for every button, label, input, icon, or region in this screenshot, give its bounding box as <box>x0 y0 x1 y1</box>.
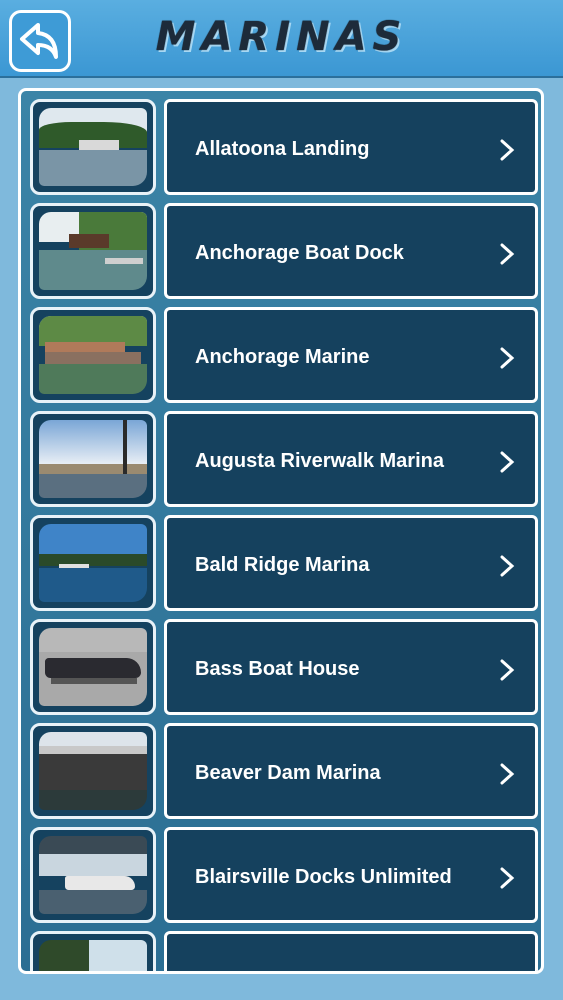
thumbnail-frame <box>30 827 156 923</box>
thumbnail-frame <box>30 99 156 195</box>
chevron-right-icon <box>500 451 515 473</box>
list-item: Bass Boat House <box>30 619 538 715</box>
thumbnail-frame <box>30 307 156 403</box>
thumbnail-frame <box>30 723 156 819</box>
marina-name: Anchorage Boat Dock <box>195 242 404 264</box>
marina-button[interactable]: Bald Ridge Marina <box>164 515 538 611</box>
marina-photo <box>39 940 147 971</box>
list-item <box>30 931 538 974</box>
top-bar: MARINAS <box>0 0 563 78</box>
list-item: Beaver Dam Marina <box>30 723 538 819</box>
marina-name: Bass Boat House <box>195 658 360 680</box>
marina-name: Allatoona Landing <box>195 138 370 160</box>
chevron-right-icon <box>500 243 515 265</box>
chevron-right-icon <box>500 867 515 889</box>
marina-photo <box>39 732 147 810</box>
list-item: Blairsville Docks Unlimited <box>30 827 538 923</box>
marina-name: Beaver Dam Marina <box>195 762 381 784</box>
marina-photo <box>39 836 147 914</box>
marina-name: Augusta Riverwalk Marina <box>195 450 444 472</box>
marina-name: Blairsville Docks Unlimited <box>195 866 452 888</box>
marina-photo <box>39 628 147 706</box>
thumbnail-frame <box>30 619 156 715</box>
thumbnail-frame <box>30 203 156 299</box>
list-item: Anchorage Boat Dock <box>30 203 538 299</box>
list-item: Allatoona Landing <box>30 99 538 195</box>
marina-list[interactable]: Allatoona Landing Anchorage Boat Dock An… <box>18 88 544 974</box>
marina-button[interactable]: Allatoona Landing <box>164 99 538 195</box>
chevron-right-icon <box>500 763 515 785</box>
marina-button[interactable]: Beaver Dam Marina <box>164 723 538 819</box>
marina-photo <box>39 524 147 602</box>
marina-photo <box>39 212 147 290</box>
chevron-right-icon <box>500 659 515 681</box>
thumbnail-frame <box>30 411 156 507</box>
marina-name: Anchorage Marine <box>195 346 370 368</box>
thumbnail-frame <box>30 931 156 971</box>
marina-photo <box>39 108 147 186</box>
chevron-right-icon <box>500 555 515 577</box>
page-title: MARINAS <box>155 14 408 60</box>
list-item: Bald Ridge Marina <box>30 515 538 611</box>
marina-button[interactable]: Anchorage Marine <box>164 307 538 403</box>
list-item: Anchorage Marine <box>30 307 538 403</box>
chevron-right-icon <box>499 970 515 974</box>
thumbnail-frame <box>30 515 156 611</box>
chevron-right-icon <box>500 347 515 369</box>
marina-button[interactable]: Anchorage Boat Dock <box>164 203 538 299</box>
marina-button[interactable]: Blairsville Docks Unlimited <box>164 827 538 923</box>
marina-name: Bald Ridge Marina <box>195 554 370 576</box>
marina-photo <box>39 316 147 394</box>
list-item: Augusta Riverwalk Marina <box>30 411 538 507</box>
marina-photo <box>39 420 147 498</box>
marina-button[interactable] <box>164 931 538 974</box>
chevron-right-icon <box>500 139 515 161</box>
marina-button[interactable]: Bass Boat House <box>164 619 538 715</box>
marina-button[interactable]: Augusta Riverwalk Marina <box>164 411 538 507</box>
